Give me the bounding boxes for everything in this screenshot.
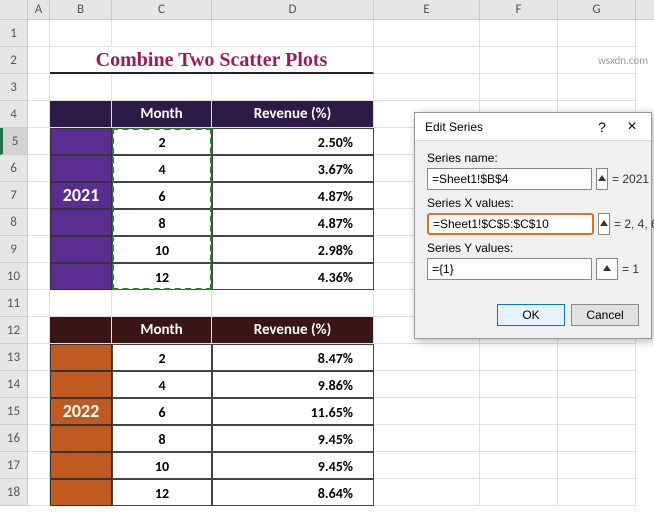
table1-revenue[interactable]: 4.36% (212, 263, 374, 290)
col-header-b[interactable]: B (50, 0, 112, 19)
col-header-e[interactable]: E (374, 0, 480, 19)
table2-month[interactable]: 6 (112, 398, 212, 425)
series-x-input[interactable] (427, 213, 594, 235)
range-picker-icon[interactable] (596, 168, 608, 190)
column-headers: A B C D E F G (0, 0, 654, 20)
row-headers: 1 2 3 4 5 6 7 8 9 10 11 12 13 14 15 16 1… (0, 20, 28, 506)
col-header-d[interactable]: D (212, 0, 374, 19)
row-header[interactable]: 10 (0, 263, 27, 290)
row-header[interactable]: 8 (0, 209, 27, 236)
page-title: Combine Two Scatter Plots (50, 47, 374, 74)
table2-month[interactable]: 2 (112, 344, 212, 371)
range-picker-icon[interactable] (598, 213, 610, 235)
row-header[interactable]: 14 (0, 371, 27, 398)
row-header[interactable]: 4 (0, 101, 27, 128)
table1-month[interactable]: 12 (112, 263, 212, 290)
edit-series-dialog: Edit Series ? × Series name: = 2021 Seri… (414, 112, 652, 339)
table2-year: 2022 (50, 398, 112, 425)
row-header[interactable]: 2 (0, 47, 27, 74)
series-name-result: = 2021 (612, 172, 649, 186)
watermark: wsxdn.com (598, 54, 648, 67)
table2-month[interactable]: 8 (112, 425, 212, 452)
table2-month[interactable]: 10 (112, 452, 212, 479)
series-y-label: Series Y values: (427, 241, 639, 255)
series-name-input[interactable] (427, 168, 592, 190)
table1-month[interactable]: 10 (112, 236, 212, 263)
table1-header-revenue: Revenue (%) (212, 101, 374, 128)
row-header[interactable]: 3 (0, 74, 27, 101)
table1-header-month: Month (112, 101, 212, 128)
dialog-title: Edit Series (425, 120, 587, 134)
col-header-g[interactable]: G (558, 0, 636, 19)
row-header[interactable]: 11 (0, 290, 27, 317)
series-y-result: = 1 (622, 262, 639, 276)
table1-year: 2021 (50, 182, 112, 209)
table2-header-month: Month (112, 317, 212, 344)
row-header[interactable]: 5 (0, 128, 27, 155)
help-button[interactable]: ? (587, 113, 617, 141)
cancel-button[interactable]: Cancel (571, 304, 639, 326)
row-header[interactable]: 17 (0, 452, 27, 479)
col-header-c[interactable]: C (112, 0, 212, 19)
dialog-titlebar[interactable]: Edit Series ? × (415, 113, 651, 141)
ok-button[interactable]: OK (497, 304, 565, 326)
table1-revenue[interactable]: 2.98% (212, 236, 374, 263)
row-header[interactable]: 12 (0, 317, 27, 344)
table2-month[interactable]: 12 (112, 479, 212, 506)
range-picker-icon[interactable] (596, 258, 618, 280)
series-name-label: Series name: (427, 151, 639, 165)
table1-month[interactable]: 6 (112, 182, 212, 209)
table1-revenue[interactable]: 4.87% (212, 209, 374, 236)
close-button[interactable]: × (617, 113, 647, 141)
table2-revenue[interactable]: 9.86% (212, 371, 374, 398)
row-header[interactable]: 6 (0, 155, 27, 182)
series-y-input[interactable] (427, 258, 592, 280)
row-header[interactable]: 1 (0, 20, 27, 47)
row-header[interactable]: 13 (0, 344, 27, 371)
table2-revenue[interactable]: 9.45% (212, 425, 374, 452)
col-header-f[interactable]: F (480, 0, 558, 19)
col-header-a[interactable]: A (28, 0, 50, 19)
row-header[interactable]: 7 (0, 182, 27, 209)
series-x-label: Series X values: (427, 196, 639, 210)
table1-month[interactable]: 8 (112, 209, 212, 236)
table2-revenue[interactable]: 8.64% (212, 479, 374, 506)
table1-month[interactable]: 2 (112, 128, 212, 155)
row-header[interactable]: 16 (0, 425, 27, 452)
table1-month[interactable]: 4 (112, 155, 212, 182)
series-x-result: = 2, 4, 6, 8, 10... (614, 217, 654, 231)
row-header[interactable]: 18 (0, 479, 27, 506)
table1-revenue[interactable]: 3.67% (212, 155, 374, 182)
row-header[interactable]: 15 (0, 398, 27, 425)
table2-revenue[interactable]: 11.65% (212, 398, 374, 425)
table2-revenue[interactable]: 8.47% (212, 344, 374, 371)
select-all-corner[interactable] (0, 0, 28, 19)
row-header[interactable]: 9 (0, 236, 27, 263)
table2-header-revenue: Revenue (%) (212, 317, 374, 344)
table1-revenue[interactable]: 4.87% (212, 182, 374, 209)
table1-revenue[interactable]: 2.50% (212, 128, 374, 155)
table2-month[interactable]: 4 (112, 371, 212, 398)
table2-revenue[interactable]: 9.45% (212, 452, 374, 479)
